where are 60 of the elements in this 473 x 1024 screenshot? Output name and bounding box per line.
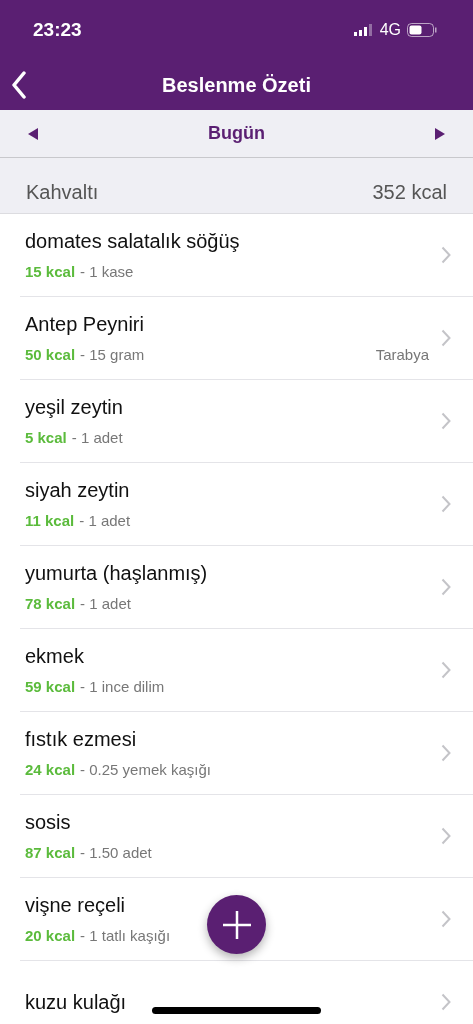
food-name: Antep Peyniri: [25, 313, 144, 336]
food-name: siyah zeytin: [25, 479, 130, 502]
battery-icon: [407, 23, 437, 37]
chevron-icon: [441, 993, 451, 1011]
signal-icon: [353, 24, 374, 36]
food-name: yeşil zeytin: [25, 396, 123, 419]
food-amount: - 0.25 yemek kaşığı: [80, 761, 211, 778]
date-label: Bugün: [208, 123, 265, 144]
network-label: 4G: [379, 21, 401, 39]
food-name: kuzu kulağı: [25, 990, 127, 1014]
section-total: 352 kcal: [372, 181, 447, 204]
chevron-icon: [441, 744, 451, 762]
food-name: ekmek: [25, 645, 84, 668]
food-row[interactable]: fıstık ezmesi 24 kcal - 0.25 yemek kaşığı: [20, 712, 473, 795]
food-row[interactable]: yeşil zeytin 5 kcal - 1 adet: [20, 380, 473, 463]
add-button[interactable]: [207, 895, 266, 954]
chevron-icon: [441, 661, 451, 679]
food-name: domates salatalık söğüş: [25, 230, 240, 253]
food-calories: 78 kcal: [25, 595, 76, 612]
food-row[interactable]: sosis 87 kcal - 1.50 adet: [20, 795, 473, 878]
food-name: sosis: [25, 811, 71, 834]
food-calories: 20 kcal: [25, 927, 76, 944]
chevron-icon: [441, 827, 451, 845]
food-row[interactable]: Antep Peyniri 50 kcal - 15 gram Tarabya: [20, 297, 473, 380]
chevron-icon: [441, 329, 451, 347]
food-row[interactable]: yumurta (haşlanmış) 78 kcal - 1 adet: [20, 546, 473, 629]
food-name: fıstık ezmesi: [25, 728, 137, 751]
food-calories: 15 kcal: [25, 263, 76, 280]
chevron-icon: [441, 578, 451, 596]
food-amount: - 1 adet: [71, 429, 123, 446]
food-amount: - 1 tatlı kaşığı: [80, 927, 171, 944]
food-calories: 50 kcal: [25, 346, 76, 363]
food-brand: Tarabya: [375, 346, 429, 363]
food-calories: 11 kcal: [25, 512, 75, 529]
food-calories: 24 kcal: [25, 761, 76, 778]
chevron-icon: [441, 412, 451, 430]
nav-title: Beslenme Özeti: [162, 73, 311, 97]
food-amount: - 1 kase: [80, 263, 134, 280]
chevron-icon: [441, 246, 451, 264]
food-amount: - 1 adet: [79, 512, 131, 529]
food-calories: 59 kcal: [25, 678, 76, 695]
previous-day-icon[interactable]: [27, 126, 39, 141]
food-name: vişne reçeli: [25, 894, 126, 917]
plus-icon: [220, 908, 253, 941]
food-calories: 87 kcal: [25, 844, 76, 861]
food-amount: - 15 gram: [80, 346, 145, 363]
food-amount: - 1.50 adet: [80, 844, 152, 861]
food-row[interactable]: domates salatalık söğüş 15 kcal - 1 kase: [20, 214, 473, 297]
food-calories: 5 kcal: [25, 429, 67, 446]
chevron-icon: [441, 495, 451, 513]
food-amount: - 1 adet: [80, 595, 131, 612]
back-icon[interactable]: [11, 71, 27, 99]
section-title: Kahvaltı: [26, 181, 99, 204]
chevron-icon: [441, 910, 451, 928]
food-amount: - 1 ince dilim: [80, 678, 165, 695]
food-row[interactable]: siyah zeytin 11 kcal - 1 adet: [20, 463, 473, 546]
status-time: 23:23: [33, 19, 82, 41]
food-row[interactable]: ekmek 59 kcal - 1 ince dilim: [20, 629, 473, 712]
food-name: yumurta (haşlanmış): [25, 562, 208, 585]
next-day-icon[interactable]: [434, 126, 446, 141]
